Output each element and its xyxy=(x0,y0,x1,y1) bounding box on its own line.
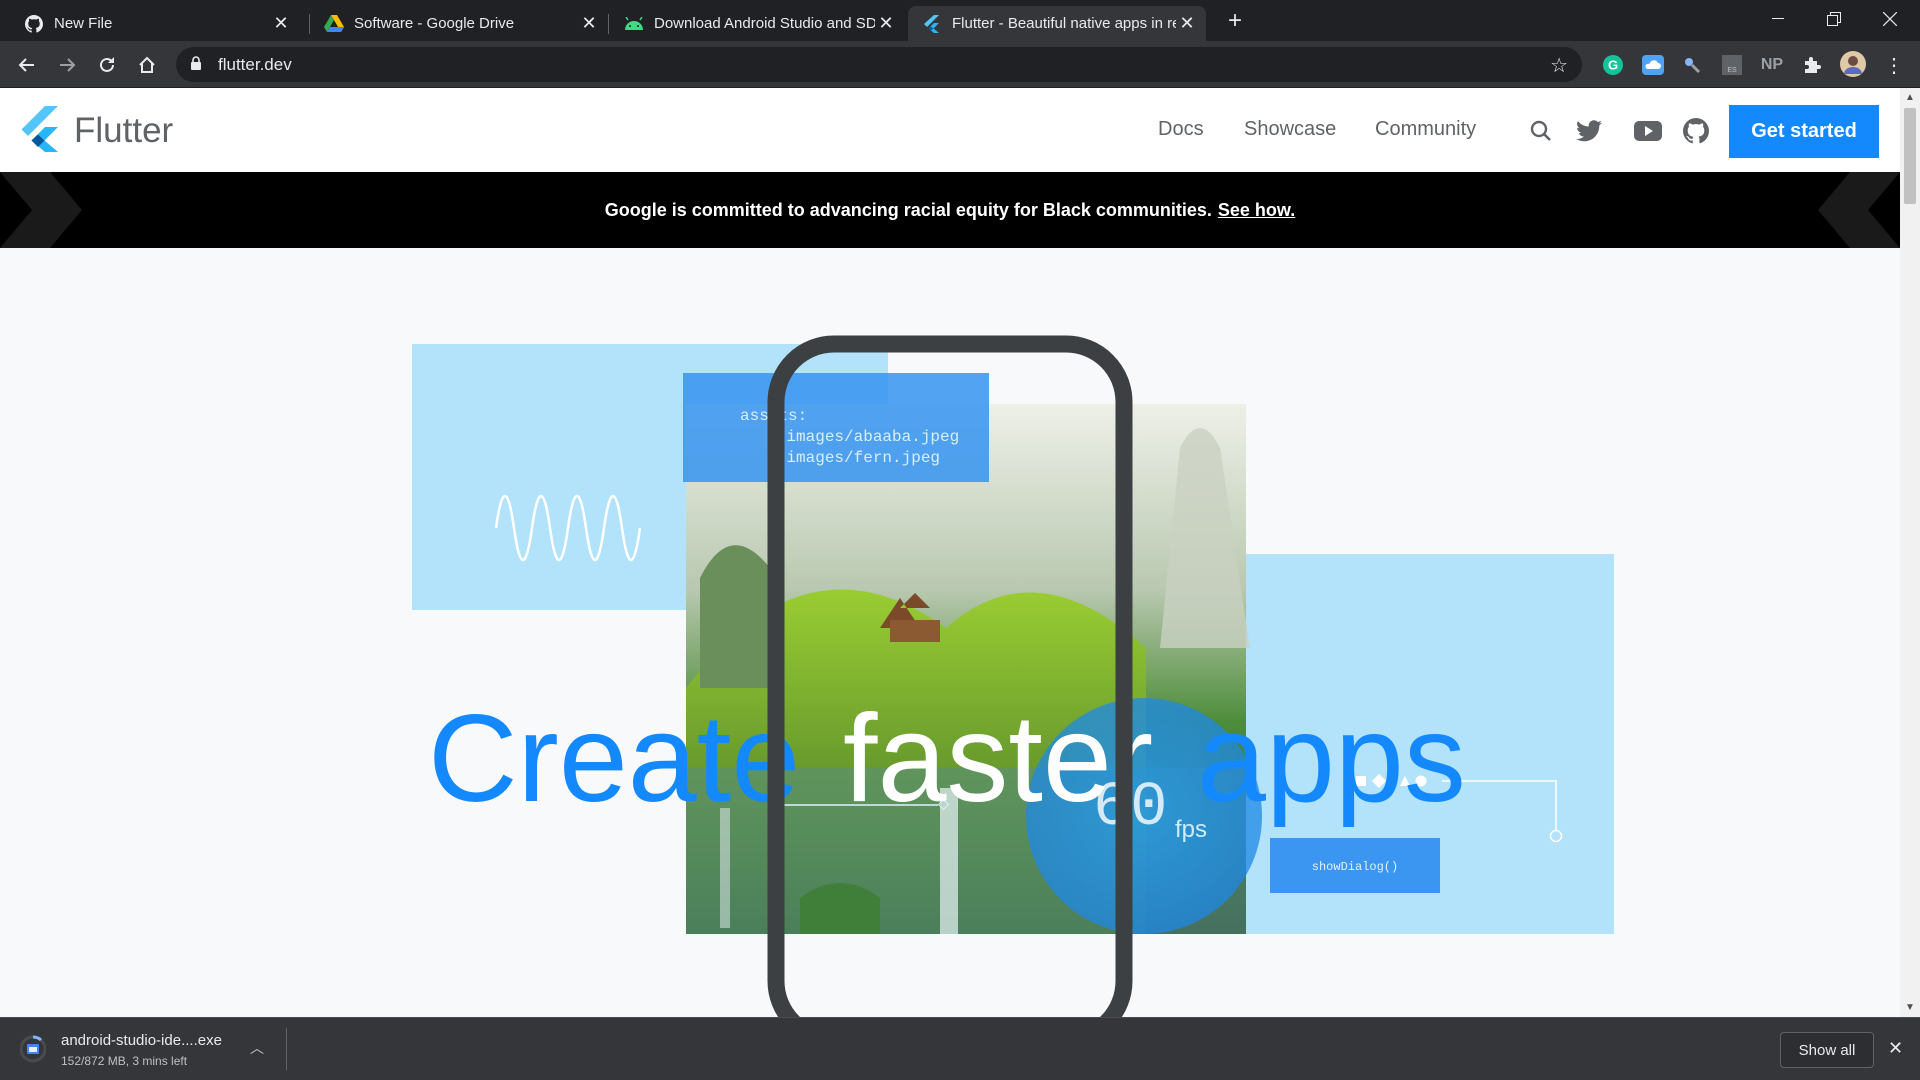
site-header: Flutter Docs Showcase Community Get star… xyxy=(0,88,1900,172)
banner-link[interactable]: See how. xyxy=(1218,200,1295,221)
nav-community[interactable]: Community xyxy=(1375,118,1476,141)
nav-docs[interactable]: Docs xyxy=(1158,118,1204,141)
flutter-icon xyxy=(922,14,942,34)
tab-title: New File xyxy=(54,15,113,32)
scroll-up-icon[interactable]: ▲ xyxy=(1905,92,1915,103)
chevron-up-icon[interactable]: ︿ xyxy=(250,1038,264,1058)
tab-divider xyxy=(608,14,609,34)
close-icon[interactable]: ✕ xyxy=(1888,1038,1903,1059)
installer-file-icon xyxy=(19,1034,47,1064)
scroll-down-icon[interactable]: ▼ xyxy=(1905,1002,1915,1013)
youtube-icon[interactable] xyxy=(1633,116,1663,146)
es-icon[interactable]: ES xyxy=(1720,53,1744,77)
search-icon[interactable] xyxy=(1526,116,1556,146)
tab-new-file[interactable]: New File ✕ xyxy=(10,6,300,41)
hero-section: assets: - images/abaaba.jpeg - images/fe… xyxy=(0,248,1900,1017)
back-button[interactable] xyxy=(11,49,43,81)
svg-text:ES: ES xyxy=(1727,67,1737,74)
lock-icon xyxy=(190,56,202,76)
key-icon[interactable] xyxy=(1680,53,1704,77)
divider xyxy=(286,1028,287,1070)
tab-google-drive[interactable]: Software - Google Drive ✕ xyxy=(310,6,608,41)
web-page: Flutter Docs Showcase Community Get star… xyxy=(0,88,1900,1017)
close-icon[interactable]: ✕ xyxy=(270,13,292,35)
minimize-button[interactable] xyxy=(1750,0,1806,38)
close-icon[interactable]: ✕ xyxy=(875,13,897,35)
banner-decoration xyxy=(0,172,82,248)
cloud-icon[interactable] xyxy=(1641,53,1665,77)
avatar[interactable] xyxy=(1840,51,1866,77)
window-close-button[interactable] xyxy=(1862,0,1918,38)
tab-title: Software - Google Drive xyxy=(354,15,515,32)
tab-flutter[interactable]: Flutter - Beautiful native apps in recor… xyxy=(908,6,1206,41)
bookmark-star-icon[interactable]: ☆ xyxy=(1550,53,1568,78)
tab-strip: New File ✕ Software - Google Drive ✕ Dow… xyxy=(0,0,1920,41)
scrollbar-thumb[interactable] xyxy=(1904,108,1916,204)
new-tab-button[interactable]: + xyxy=(1222,7,1248,34)
google-drive-icon xyxy=(324,14,344,34)
banner-decoration xyxy=(1818,172,1900,248)
tab-title: Flutter - Beautiful native apps in recor… xyxy=(952,15,1176,32)
download-status: 152/872 MB, 3 mins left xyxy=(61,1054,188,1068)
svg-text:G: G xyxy=(1608,58,1618,73)
hero-illustration: assets: - images/abaaba.jpeg - images/fe… xyxy=(412,335,1614,1017)
browser-toolbar: flutter.dev ☆ G ES NP ⋮ xyxy=(0,41,1920,88)
dialog-code: showDialog() xyxy=(1312,860,1398,874)
grammarly-icon[interactable]: G xyxy=(1601,53,1625,77)
banner-text: Google is committed to advancing racial … xyxy=(604,199,1212,220)
nav-showcase[interactable]: Showcase xyxy=(1244,118,1336,141)
puzzle-icon[interactable] xyxy=(1800,53,1824,77)
np-extension[interactable]: NP xyxy=(1760,53,1784,77)
page-scrollbar[interactable]: ▲ ▼ xyxy=(1900,88,1920,1017)
get-started-button[interactable]: Get started xyxy=(1729,105,1879,158)
address-bar[interactable]: flutter.dev ☆ xyxy=(176,47,1582,82)
tab-title: Download Android Studio and SDK tools xyxy=(654,15,875,32)
restore-button[interactable] xyxy=(1806,0,1862,38)
announcement-banner: Google is committed to advancing racial … xyxy=(0,172,1900,248)
close-icon[interactable]: ✕ xyxy=(578,13,600,35)
github-icon xyxy=(24,14,44,34)
download-filename[interactable]: android-studio-ide....exe xyxy=(61,1032,222,1049)
tab-android-studio[interactable]: Download Android Studio and SDK tools ✕ xyxy=(610,6,905,41)
close-icon[interactable]: ✕ xyxy=(1176,13,1198,35)
flutter-logo-icon[interactable] xyxy=(20,106,60,157)
twitter-icon[interactable] xyxy=(1574,116,1604,146)
home-button[interactable] xyxy=(131,49,163,81)
show-all-button[interactable]: Show all xyxy=(1780,1032,1874,1068)
github-icon[interactable] xyxy=(1681,116,1711,146)
menu-icon[interactable]: ⋮ xyxy=(1882,53,1906,77)
forward-button[interactable] xyxy=(51,49,83,81)
brand-name[interactable]: Flutter xyxy=(74,111,173,151)
android-icon xyxy=(624,14,644,34)
reload-button[interactable] xyxy=(91,49,123,81)
url-text: flutter.dev xyxy=(218,55,292,74)
headline: Create faster apps xyxy=(428,690,1466,828)
download-bar: android-studio-ide....exe 152/872 MB, 3 … xyxy=(0,1017,1920,1080)
